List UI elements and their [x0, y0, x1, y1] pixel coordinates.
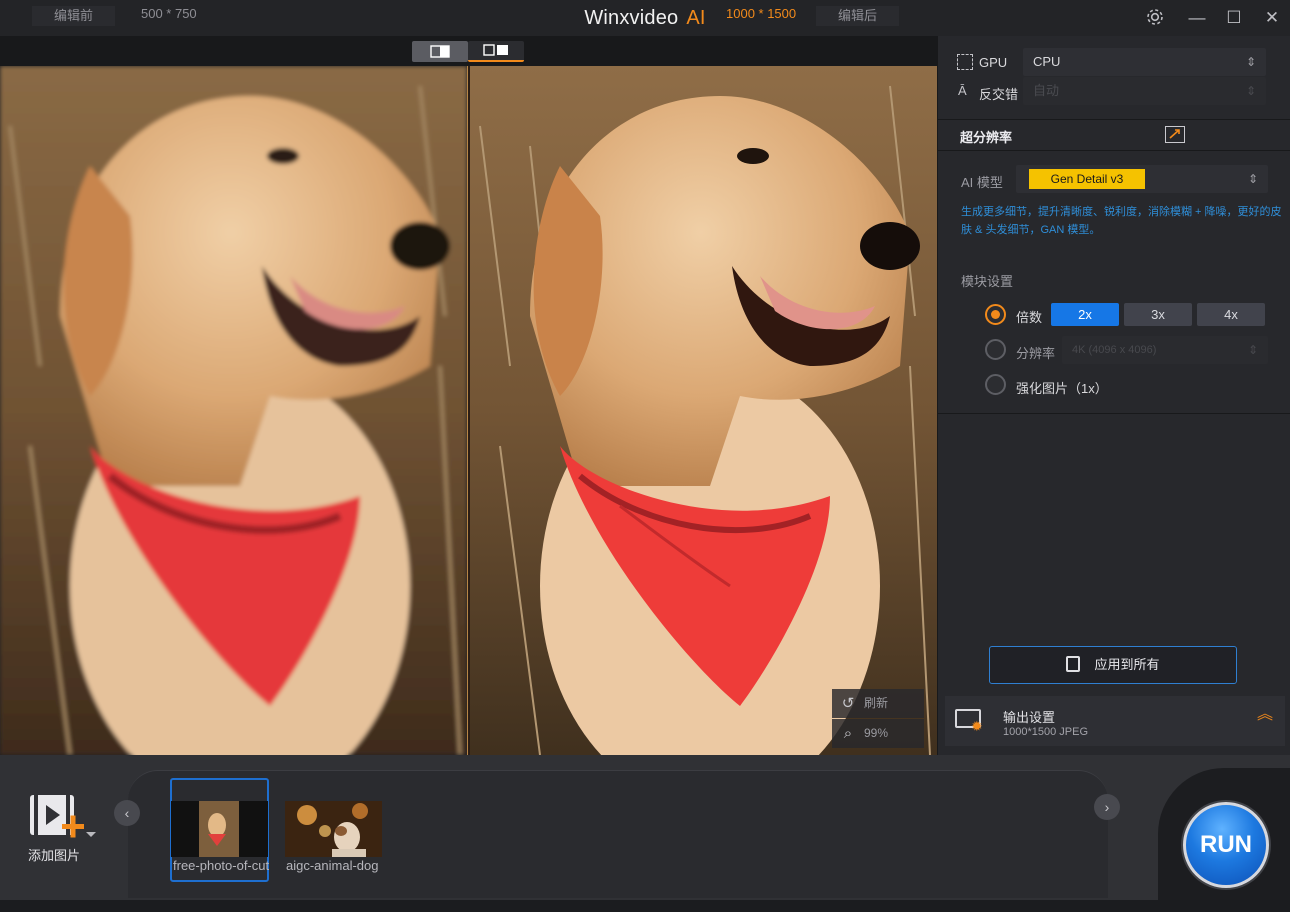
- maximize-button[interactable]: ☐: [1222, 6, 1246, 30]
- resolution-select-value: 4K (4096 x 4096): [1072, 344, 1157, 356]
- before-label: 编辑前: [32, 6, 116, 26]
- compare-divider[interactable]: [467, 66, 470, 755]
- super-resolution-title: 超分辨率: [960, 130, 1013, 145]
- zoom-icon: ⌕: [843, 725, 853, 742]
- run-button[interactable]: RUN: [1183, 802, 1269, 888]
- section-divider: [938, 150, 1290, 151]
- module-settings-label: 模块设置: [961, 274, 1014, 289]
- scale-3x-button[interactable]: 3x: [1124, 303, 1192, 326]
- refresh-icon: ↺: [841, 695, 855, 712]
- chevron-right-icon[interactable]: ›: [1094, 794, 1120, 820]
- expand-icon[interactable]: [1165, 126, 1185, 143]
- minimize-button[interactable]: —: [1185, 6, 1209, 30]
- updown-icon: ⇕: [1247, 343, 1258, 357]
- ai-model-chip: Gen Detail v3: [1029, 169, 1145, 189]
- enhance-label: 强化图片（1x）: [1016, 381, 1108, 396]
- thumbnail-image[interactable]: [285, 801, 382, 857]
- thumbnail-image[interactable]: [171, 801, 268, 857]
- resolution-select[interactable]: 4K (4096 x 4096) ⇕: [1062, 336, 1268, 364]
- double-chevron-up-icon[interactable]: ︽: [1257, 707, 1273, 723]
- gpu-icon: [957, 54, 973, 70]
- apply-to-all-label: 应用到所有: [1094, 657, 1160, 672]
- deinterlace-select-value: 自动: [1033, 83, 1060, 98]
- after-resolution: 1000 * 1500: [726, 6, 797, 21]
- thumbnail-strip: [128, 770, 1108, 898]
- updown-icon: ⇕: [1245, 55, 1256, 69]
- single-view-toggle[interactable]: [412, 41, 468, 62]
- app-title-text: Winxvideo: [584, 7, 679, 29]
- status-strip: [0, 900, 1290, 912]
- updown-icon: ⇕: [1245, 84, 1256, 98]
- add-image-button[interactable]: [29, 794, 96, 838]
- close-button[interactable]: ✕: [1260, 6, 1284, 30]
- resolution-radio[interactable]: [985, 339, 1006, 360]
- deinterlace-select[interactable]: 自动 ⇕: [1023, 77, 1266, 105]
- output-settings-info: 1000*1500 JPEG: [1003, 726, 1089, 738]
- output-settings-title: 输出设置: [1003, 710, 1056, 725]
- thumbnail-caption: free-photo-of-cute-dog: [173, 858, 269, 873]
- zoom-control[interactable]: ⌕ 99%: [832, 719, 924, 748]
- section-divider: [938, 413, 1290, 414]
- resolution-label: 分辨率: [1016, 346, 1056, 361]
- before-resolution: 500 * 750: [141, 6, 197, 21]
- gpu-select-value: CPU: [1033, 54, 1061, 69]
- scale-radio[interactable]: [985, 304, 1006, 325]
- gear-icon[interactable]: [1143, 6, 1167, 30]
- scale-4x-button[interactable]: 4x: [1197, 303, 1265, 326]
- scale-label: 倍数: [1016, 310, 1043, 325]
- chevron-left-icon[interactable]: ‹: [114, 800, 140, 826]
- output-settings-box[interactable]: [945, 696, 1285, 746]
- deinterlace-icon: Ā: [958, 83, 967, 98]
- output-settings-icon: ✹: [955, 709, 983, 733]
- ai-model-label: AI 模型: [961, 175, 1003, 190]
- after-label: 编辑后: [816, 6, 900, 26]
- zoom-value: 99%: [864, 726, 889, 740]
- apply-to-all-button[interactable]: 应用到所有: [989, 646, 1237, 684]
- enhance-radio[interactable]: [985, 374, 1006, 395]
- refresh-label: 刷新: [864, 696, 889, 710]
- ai-model-description: 生成更多细节，提升清晰度、锐利度，消除模糊 + 降噪，更好的皮肤 & 头发细节，…: [961, 206, 1282, 236]
- thumbnail-caption: aigc-animal-dog: [286, 858, 379, 873]
- gpu-select[interactable]: CPU ⇕: [1023, 48, 1266, 76]
- scale-2x-button[interactable]: 2x: [1051, 303, 1119, 326]
- app-title-ai: AI: [686, 7, 706, 29]
- add-image-label: 添加图片: [28, 848, 81, 863]
- split-view-toggle[interactable]: [468, 41, 524, 62]
- refresh-button[interactable]: ↺ 刷新: [832, 689, 924, 718]
- deinterlace-label: 反交错: [979, 87, 1019, 102]
- updown-icon: ⇕: [1247, 172, 1258, 186]
- section-divider: [938, 119, 1290, 120]
- clipboard-icon: [1066, 656, 1081, 672]
- gpu-label: GPU: [979, 55, 1008, 70]
